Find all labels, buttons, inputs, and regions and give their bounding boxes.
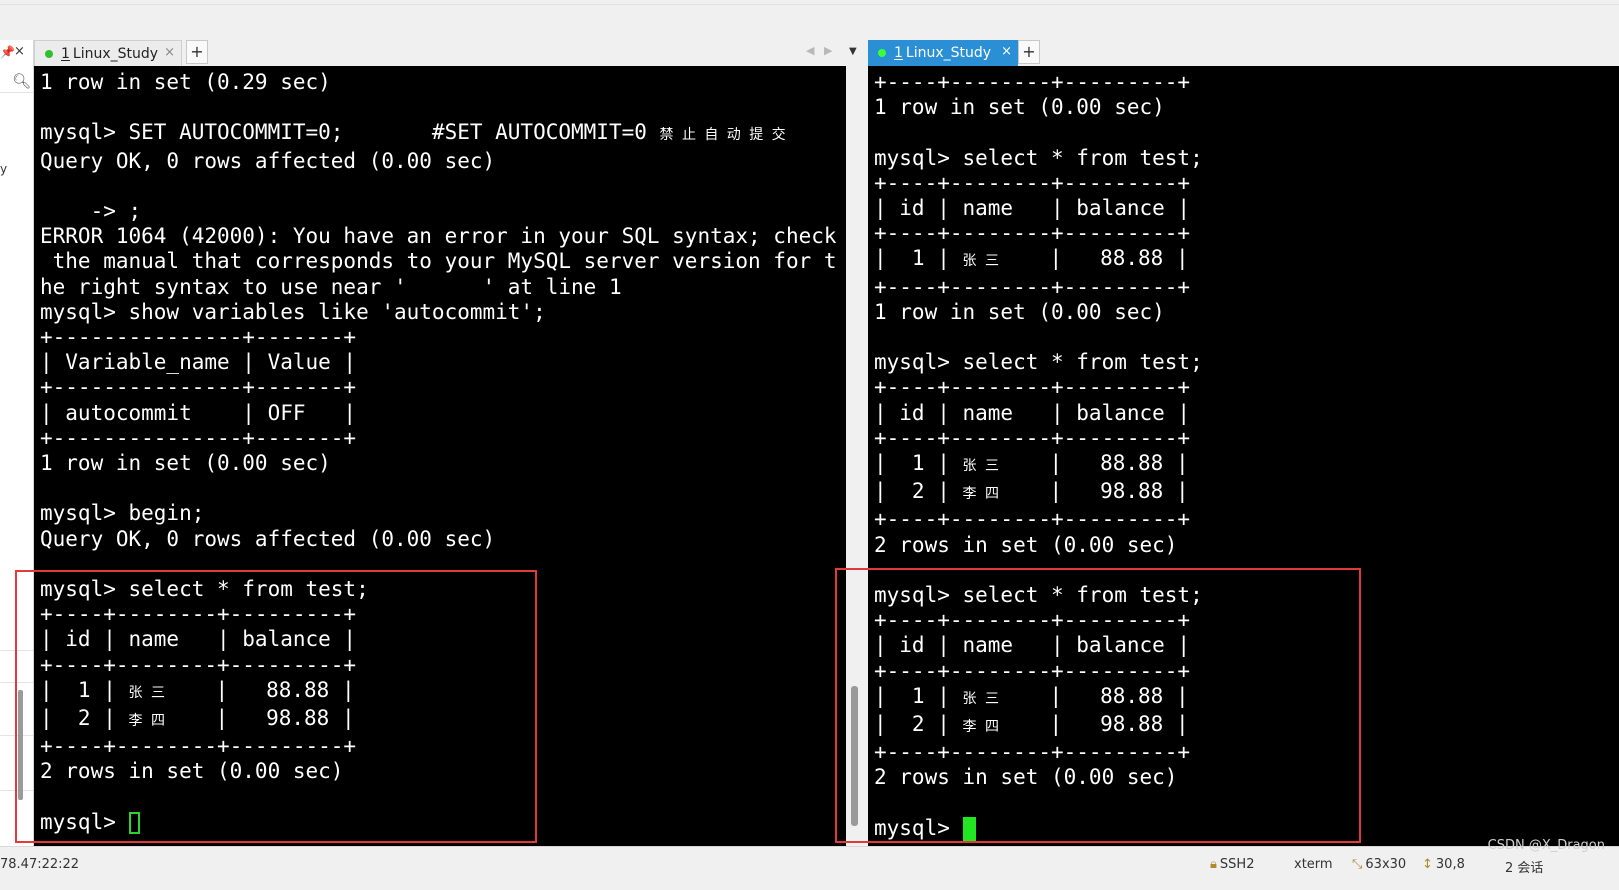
left-tab-strip: 1 Linux_Study × + ◀ ▶ ▼: [34, 40, 864, 66]
connection-status-icon: [45, 49, 53, 58]
resize-icon: ⤡: [1352, 857, 1363, 872]
tab-number: 1: [61, 45, 70, 62]
right-tab-strip: 1 Linux_Study × +: [868, 40, 1619, 66]
cjk-name: 李 四: [962, 486, 999, 503]
side-panel-fragment: y: [0, 162, 8, 176]
status-host: 78.47:22:22: [0, 857, 80, 872]
tab-number: 1: [894, 45, 903, 61]
cjk-name: 张 三: [962, 253, 999, 270]
status-size: ⤡ 63x30: [1352, 857, 1406, 872]
status-terminal-type: xterm: [1294, 857, 1333, 872]
highlight-box-left: [15, 570, 537, 843]
size-label: 63x30: [1365, 857, 1407, 872]
add-tab-button[interactable]: +: [1018, 40, 1040, 64]
close-tab-icon[interactable]: ×: [1001, 44, 1012, 59]
comment-text: 禁 止 自 动 提 交: [659, 127, 786, 144]
top-divider: [0, 4, 1619, 5]
connection-status-icon: [878, 49, 886, 57]
tab-linux-study-right[interactable]: 1 Linux_Study ×: [868, 40, 1018, 66]
window-top-bar: [0, 0, 1619, 40]
lock-icon: 🔒︎: [1210, 857, 1217, 872]
add-tab-button[interactable]: +: [186, 40, 208, 64]
highlight-box-right: [835, 568, 1361, 843]
cursor-pos-icon: ↕: [1422, 857, 1433, 872]
watermark: CSDN @X_Dragon: [1487, 838, 1605, 853]
close-tab-icon[interactable]: ×: [164, 45, 175, 60]
close-icon[interactable]: ×: [14, 44, 28, 60]
search-icon[interactable]: 🔍︎: [12, 72, 31, 90]
pin-icon[interactable]: 📌: [0, 44, 15, 60]
status-protocol: 🔒︎ SSH2: [1210, 857, 1254, 872]
tab-scroll-right-icon[interactable]: ▶: [824, 44, 832, 57]
tab-linux-study-left[interactable]: 1 Linux_Study ×: [34, 40, 182, 66]
cjk-name: 张 三: [962, 458, 999, 475]
position-label: 30,8: [1435, 857, 1465, 872]
side-panel-rule: [0, 92, 33, 93]
protocol-label: SSH2: [1219, 857, 1255, 872]
status-sessions: 2 会话: [1505, 861, 1544, 876]
status-bar: 78.47:22:22 🔒︎ SSH2 xterm ⤡ 63x30 ↕ 30,8 2 …: [0, 846, 1619, 890]
status-cursor-position: ↕ 30,8: [1422, 857, 1465, 872]
tab-scroll-left-icon[interactable]: ◀: [806, 44, 814, 57]
tab-title: Linux_Study: [905, 45, 992, 61]
tab-list-dropdown-icon[interactable]: ▼: [849, 46, 857, 57]
tab-title: Linux_Study: [72, 45, 159, 62]
